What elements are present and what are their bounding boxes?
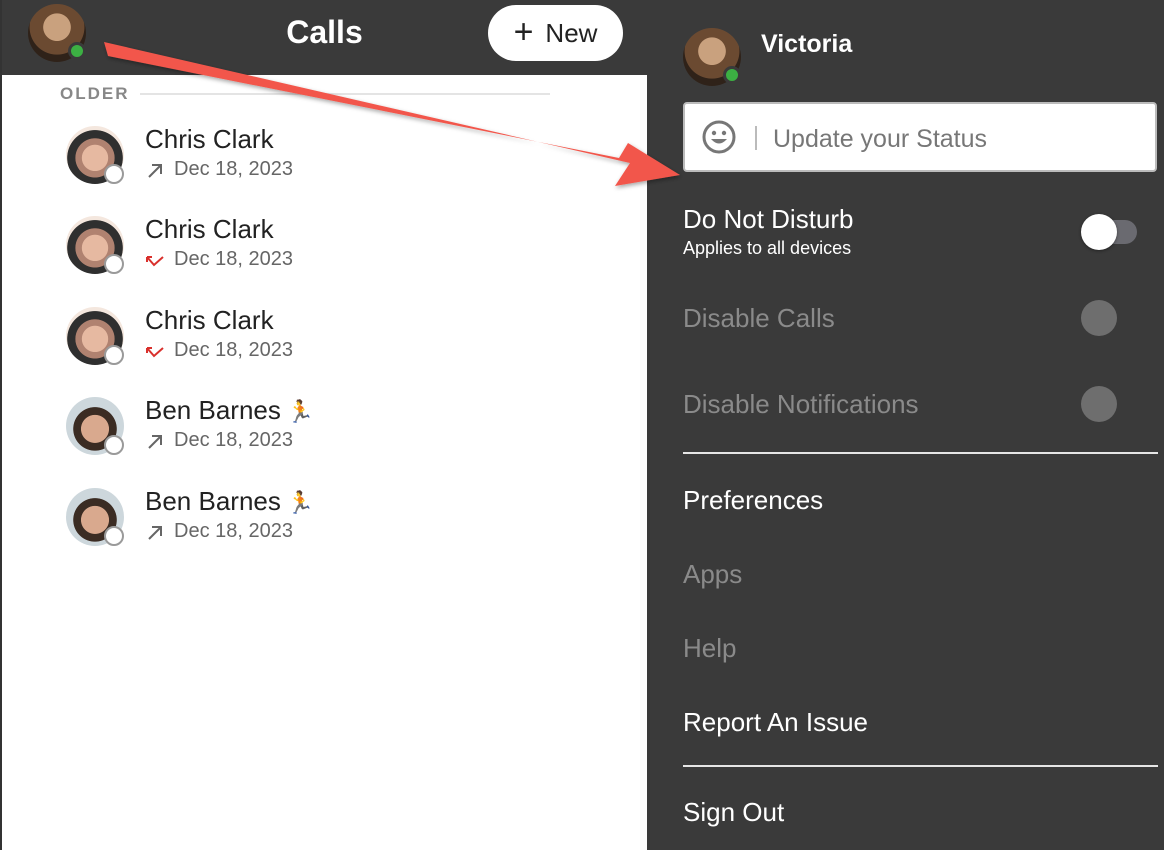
presence-indicator xyxy=(104,254,124,274)
field-separator xyxy=(755,126,757,150)
running-emoji: 🏃 xyxy=(286,490,315,515)
call-date: Dec 18, 2023 xyxy=(174,429,293,451)
menu-item-sign-out[interactable]: Sign Out xyxy=(683,797,784,828)
disable-notifications-toggle xyxy=(1081,386,1117,422)
presence-indicator xyxy=(104,526,124,546)
call-list-item[interactable]: Chris Clark Dec 18, 2023 xyxy=(64,214,624,278)
call-date: Dec 18, 2023 xyxy=(174,158,293,180)
presence-indicator xyxy=(104,345,124,365)
arrow-up-right-icon xyxy=(148,435,162,449)
plus-icon: + xyxy=(513,12,534,51)
arrow-up-right-icon xyxy=(148,526,162,540)
contact-name: Chris Clark xyxy=(145,214,274,244)
smiley-icon[interactable] xyxy=(701,119,737,155)
online-status-dot xyxy=(723,66,741,84)
presence-indicator xyxy=(104,164,124,184)
running-emoji: 🏃 xyxy=(286,399,315,424)
menu-item-preferences[interactable]: Preferences xyxy=(683,485,823,516)
contact-name: Chris Clark xyxy=(145,305,274,335)
call-date: Dec 18, 2023 xyxy=(174,248,293,270)
disable-notifications-label: Disable Notifications xyxy=(683,389,919,419)
disable-calls-label: Disable Calls xyxy=(683,303,835,333)
call-list-item[interactable]: Ben Barnes 🏃 Dec 18, 2023 xyxy=(64,395,624,459)
new-call-label: New xyxy=(545,17,598,48)
presence-indicator xyxy=(104,435,124,455)
call-list-item[interactable]: Ben Barnes 🏃 Dec 18, 2023 xyxy=(64,486,624,550)
status-field[interactable] xyxy=(683,102,1157,172)
calls-panel: Calls + New OLDER Chris Clark Dec 18, 20… xyxy=(0,0,647,850)
menu-item-help: Help xyxy=(683,633,737,663)
call-list-item[interactable]: Chris Clark Dec 18, 2023 xyxy=(64,305,624,369)
menu-item-report-issue[interactable]: Report An Issue xyxy=(683,707,868,738)
profile-menu-panel: Victoria Do Not Disturb Applies to all d… xyxy=(647,0,1164,850)
contact-name: Ben Barnes 🏃 xyxy=(145,486,315,516)
menu-divider xyxy=(683,765,1158,767)
call-list-item[interactable]: Chris Clark Dec 18, 2023 xyxy=(64,124,624,188)
menu-item-apps: Apps xyxy=(683,559,743,589)
missed-call-icon xyxy=(146,347,164,358)
profile-username: Victoria xyxy=(761,30,853,58)
contact-name: Chris Clark xyxy=(145,124,274,154)
calls-header: Calls + New xyxy=(2,0,647,75)
arrow-up-right-icon xyxy=(148,164,162,178)
dnd-toggle-knob[interactable] xyxy=(1081,214,1117,250)
call-date: Dec 18, 2023 xyxy=(174,520,293,542)
new-call-button[interactable]: + New xyxy=(488,5,623,61)
section-header-older: OLDER xyxy=(60,84,130,103)
dnd-label: Do Not Disturb xyxy=(683,204,854,234)
dnd-sublabel: Applies to all devices xyxy=(683,238,852,258)
disable-calls-toggle xyxy=(1081,300,1117,336)
contact-name: Ben Barnes 🏃 xyxy=(145,395,315,425)
missed-call-icon xyxy=(146,256,164,267)
menu-divider xyxy=(683,452,1158,454)
section-divider xyxy=(140,93,550,95)
call-date: Dec 18, 2023 xyxy=(174,339,293,361)
status-input[interactable] xyxy=(771,118,1145,160)
